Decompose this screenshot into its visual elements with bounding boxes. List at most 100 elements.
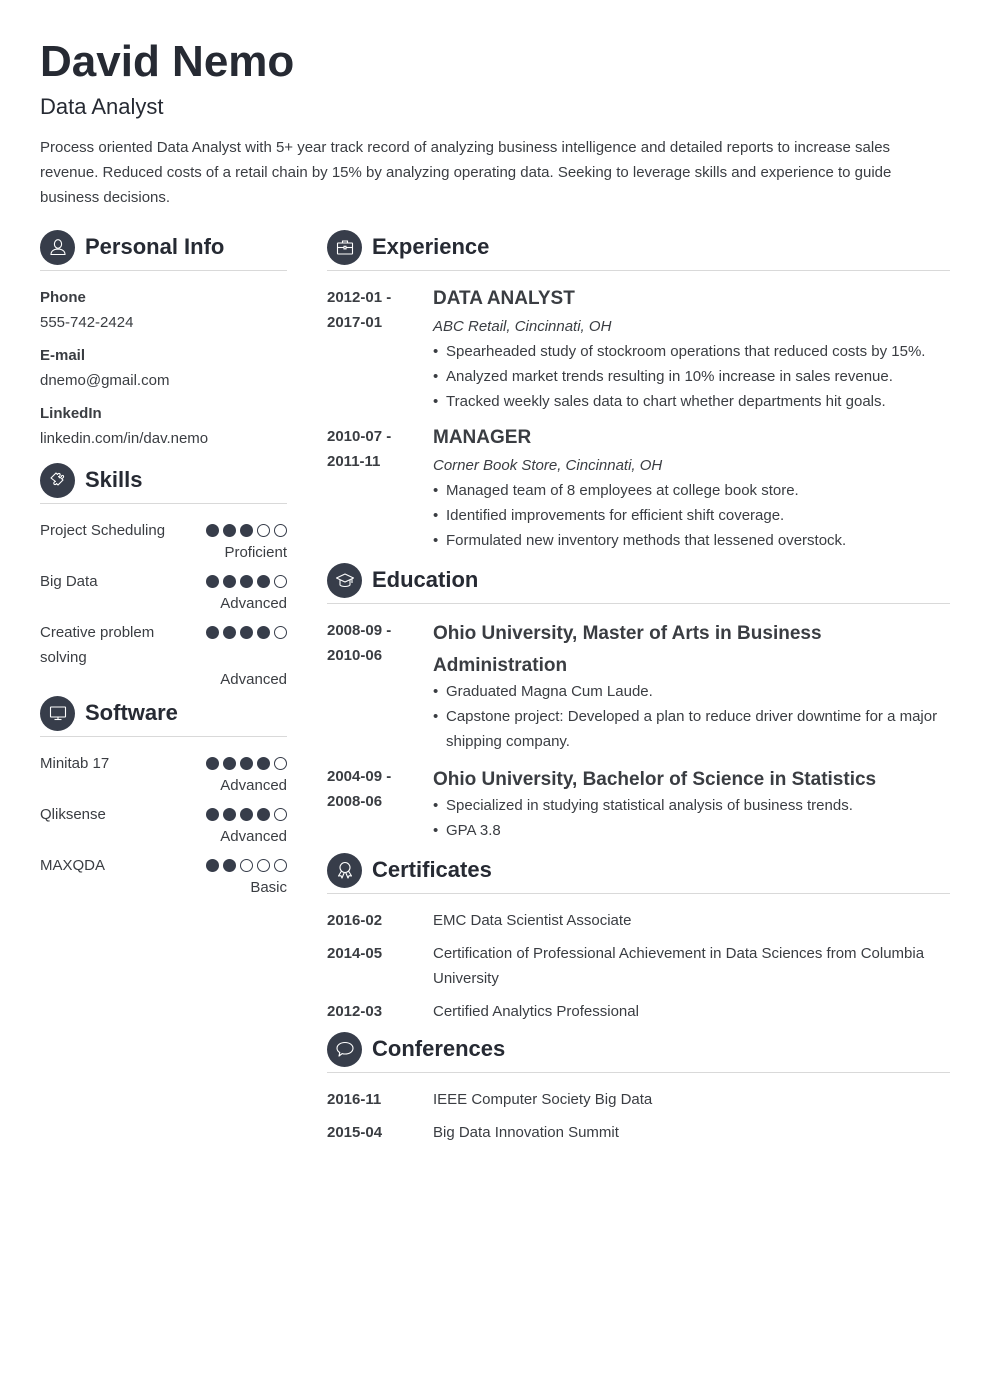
rating-dot-filled [206, 575, 219, 588]
section-header: Experience [327, 229, 950, 271]
date-start: 2008-09 - [327, 622, 392, 639]
rating-dots [206, 569, 287, 594]
field-label: E-mail [40, 347, 86, 364]
rating-dot-filled [206, 808, 219, 821]
bullet-list: Spearheaded study of stockroom operation… [433, 339, 950, 414]
skill-row: Big Data [40, 569, 287, 594]
right-column: Experience 2012-01 - 2017-01 DATA ANALYST A… [327, 229, 950, 1153]
skill-row: MAXQDA [40, 853, 287, 878]
skill-item: Creative problem solving Advanced [40, 620, 287, 690]
certificates-list: 2016-02 EMC Data Scientist Associate 2014-… [327, 908, 950, 1024]
rating-dot-filled [257, 626, 270, 639]
skill-row: Project Scheduling [40, 518, 287, 543]
skill-name: MAXQDA [40, 857, 106, 874]
section-title: Skills [85, 467, 143, 492]
date-range: 2010-07 - 2011-11 [327, 424, 433, 553]
rating-dot-filled [223, 575, 236, 588]
skill-name: Project Scheduling [40, 522, 166, 539]
summary: Process oriented Data Analyst with 5+ ye… [40, 139, 892, 206]
date-end: 2017-01 [327, 314, 383, 331]
rating-dots [206, 620, 287, 645]
skill-name: Big Data [40, 573, 98, 590]
degree-title: Ohio University, Master of Arts in Busin… [433, 623, 822, 676]
job-title: MANAGER [433, 427, 532, 448]
rating-dot-filled [257, 757, 270, 770]
section-header: Software [40, 695, 287, 737]
experience-list: 2012-01 - 2017-01 DATA ANALYST ABC Retail, … [327, 285, 950, 553]
skill-level: Advanced [220, 671, 287, 688]
entry-name: Big Data Innovation Summit [433, 1124, 619, 1141]
experience-entry: 2012-01 - 2017-01 DATA ANALYST ABC Retail, … [327, 285, 950, 414]
bullet-item: Capstone project: Developed a plan to re… [433, 704, 950, 754]
rating-dot-empty [274, 626, 287, 639]
conferences-section: Conferences 2016-11 IEEE Computer Society… [327, 1031, 950, 1145]
rating-dot-empty [274, 859, 287, 872]
personal-info-section: Personal Info Phone 555-742-2424 E-mail … [40, 229, 287, 451]
rating-dots [206, 853, 287, 878]
email-value: dnemo@gmail.com [40, 372, 170, 389]
section-header: Conferences [327, 1031, 950, 1073]
date-end: 2010-06 [327, 647, 383, 664]
section-title: Conferences [372, 1036, 506, 1061]
bullet-item: Formulated new inventory methods that le… [433, 528, 950, 553]
entry-body: Ohio University, Bachelor of Science in … [433, 764, 950, 843]
puzzle-icon [40, 462, 75, 498]
entry-date: 2016-11 [327, 1091, 382, 1108]
education-section: Education 2008-09 - 2010-06 Ohio Universit… [327, 562, 950, 843]
section-header: Education [327, 562, 950, 604]
rating-dot-filled [240, 575, 253, 588]
entry-date: 2014-05 [327, 945, 383, 962]
bullet-list: Specialized in studying statistical anal… [433, 793, 950, 843]
software-item: Minitab 17 Advanced [40, 751, 287, 796]
education-list: 2008-09 - 2010-06 Ohio University, Master … [327, 618, 950, 843]
skills-list: Project Scheduling Proficient Big Data Adva… [40, 518, 287, 690]
entry-body: MANAGER Corner Book Store, Cincinnati, OH… [433, 424, 950, 553]
section-title: Experience [372, 234, 490, 259]
company-name: ABC Retail, Cincinnati, OH [433, 318, 612, 335]
entry-name: EMC Data Scientist Associate [433, 912, 632, 929]
software-section: Software Minitab 17 Advanced Qliksense Adva… [40, 695, 287, 898]
bullet-list: Graduated Magna Cum Laude.Capstone proje… [433, 679, 950, 754]
bullet-item: Specialized in studying statistical anal… [433, 793, 950, 818]
person-icon [40, 229, 75, 265]
bullet-item: Identified improvements for efficient sh… [433, 503, 950, 528]
conference-entry: 2016-11 IEEE Computer Society Big Data [327, 1087, 950, 1112]
section-title: Software [85, 700, 178, 725]
rating-dot-filled [223, 757, 236, 770]
entry-date: 2015-04 [327, 1124, 383, 1141]
skill-level: Basic [250, 879, 287, 896]
certificates-section: Certificates 2016-02 EMC Data Scientist A… [327, 852, 950, 1024]
rating-dot-empty [257, 859, 270, 872]
entry-body: DATA ANALYST ABC Retail, Cincinnati, OH Sp… [433, 285, 950, 414]
rating-dot-filled [240, 626, 253, 639]
bullet-item: Spearheaded study of stockroom operation… [433, 339, 950, 364]
rating-dots [206, 751, 287, 776]
entry-date: 2016-02 [327, 912, 383, 929]
speech-bubble-icon [327, 1031, 362, 1067]
rating-dots [206, 802, 287, 827]
rating-dot-filled [206, 626, 219, 639]
rating-dot-filled [223, 859, 236, 872]
rating-dot-filled [206, 524, 219, 537]
bullet-list: Managed team of 8 employees at college b… [433, 478, 950, 553]
entry-name: Certified Analytics Professional [433, 1003, 639, 1020]
skill-row: Minitab 17 [40, 751, 287, 776]
date-start: 2010-07 - [327, 428, 392, 445]
rating-dot-filled [240, 524, 253, 537]
date-range: 2012-01 - 2017-01 [327, 285, 433, 414]
personal-info-email: E-mail dnemo@gmail.com [40, 343, 287, 393]
personal-info-phone: Phone 555-742-2424 [40, 285, 287, 335]
degree-title: Ohio University, Bachelor of Science in … [433, 769, 877, 790]
education-entry: 2004-09 - 2008-06 Ohio University, Bachelo… [327, 764, 950, 843]
date-end: 2011-11 [327, 453, 381, 470]
job-title: DATA ANALYST [433, 288, 575, 309]
bullet-item: Managed team of 8 employees at college b… [433, 478, 950, 503]
field-label: LinkedIn [40, 405, 102, 422]
bullet-item: Tracked weekly sales data to chart wheth… [433, 389, 950, 414]
briefcase-icon [327, 229, 362, 265]
entry-name: IEEE Computer Society Big Data [433, 1091, 653, 1108]
rating-dot-filled [223, 524, 236, 537]
company-name: Corner Book Store, Cincinnati, OH [433, 457, 663, 474]
section-header: Personal Info [40, 229, 287, 271]
certificate-entry: 2012-03 Certified Analytics Professional [327, 999, 950, 1024]
